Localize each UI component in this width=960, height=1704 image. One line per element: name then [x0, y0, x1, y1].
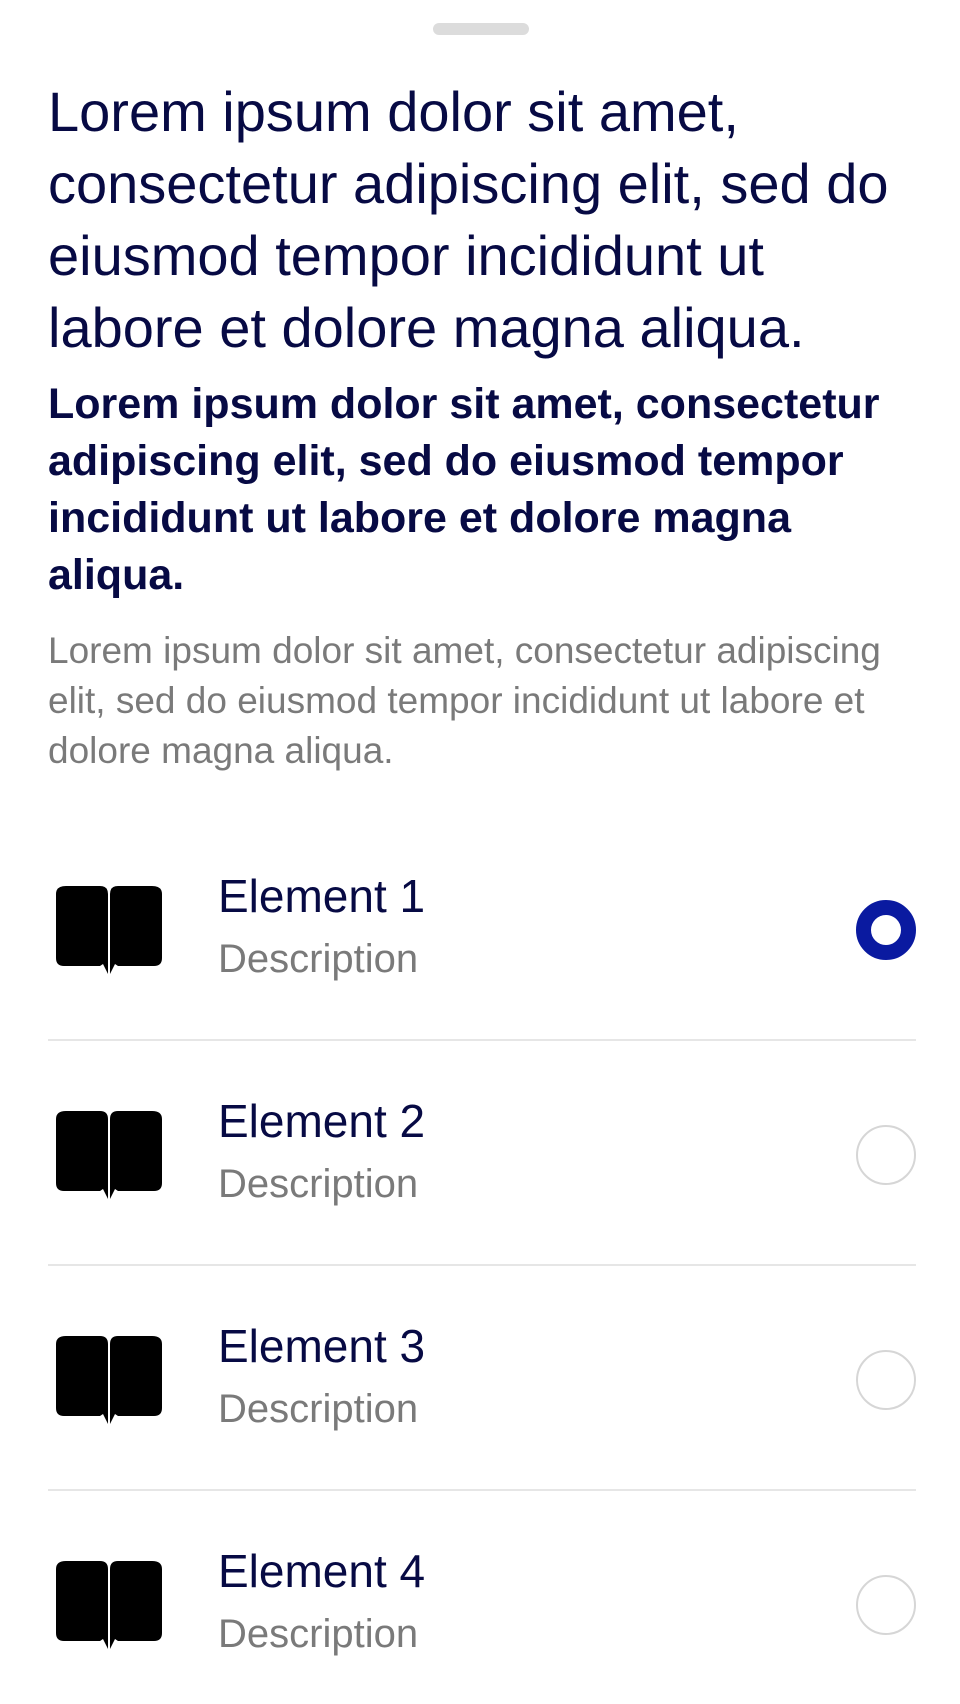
radio-button[interactable] [856, 1350, 916, 1410]
sheet-body-text: Lorem ipsum dolor sit amet, consectetur … [48, 630, 881, 771]
selection-list: Element 1 Description Element 2 Descript… [48, 816, 916, 1704]
list-item-description: Description [218, 1387, 419, 1431]
radio-button[interactable] [856, 1125, 916, 1185]
sheet-header: Lorem ipsum dolor sit amet, consectetur … [48, 76, 912, 776]
sheet-title: Lorem ipsum dolor sit amet, consectetur … [48, 80, 889, 359]
list-item-title: Element 2 [218, 1095, 426, 1147]
book-icon [56, 1561, 162, 1649]
list-item-title: Element 1 [218, 870, 426, 922]
radio-button[interactable] [856, 1575, 916, 1635]
book-icon [56, 886, 162, 974]
list-item-description: Description [218, 1612, 419, 1656]
list-item-element-3[interactable]: Element 3 Description [48, 1266, 916, 1491]
list-item-element-1[interactable]: Element 1 Description [48, 816, 916, 1041]
sheet-subtitle: Lorem ipsum dolor sit amet, consectetur … [48, 380, 880, 599]
book-icon [56, 1336, 162, 1424]
list-item-element-2[interactable]: Element 2 Description [48, 1041, 916, 1266]
list-item-title: Element 4 [218, 1545, 426, 1597]
radio-button-selected[interactable] [856, 900, 916, 960]
sheet-grabber-handle[interactable] [433, 23, 529, 35]
list-item-element-4[interactable]: Element 4 Description [48, 1491, 916, 1704]
list-item-description: Description [218, 937, 419, 981]
book-icon [56, 1111, 162, 1199]
bottom-sheet: Lorem ipsum dolor sit amet, consectetur … [0, 0, 960, 1704]
list-item-description: Description [218, 1162, 419, 1206]
list-item-title: Element 3 [218, 1320, 426, 1372]
